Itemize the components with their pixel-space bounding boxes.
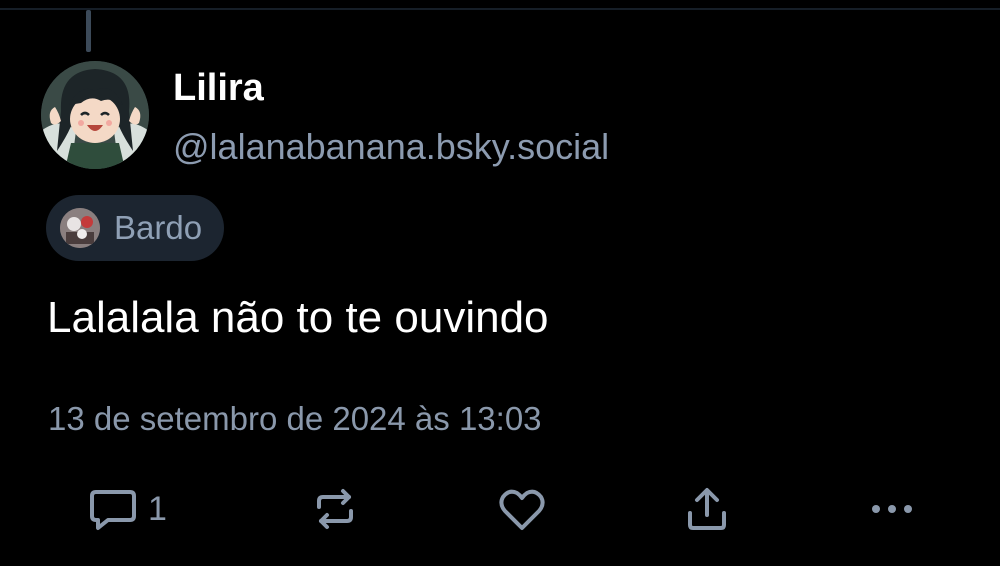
more-options-button[interactable] <box>868 480 916 538</box>
thread-connector-line <box>86 10 91 52</box>
heart-icon <box>499 489 545 530</box>
labeler-avatar-icon <box>60 208 100 248</box>
author-handle[interactable]: @lalanabanana.bsky.social <box>173 126 609 168</box>
reply-button[interactable]: 1 <box>88 480 167 538</box>
anime-girl-avatar-icon <box>41 61 149 169</box>
post-actions-bar: 1 <box>0 480 1000 538</box>
post-body-text: Lalalala não to te ouvindo <box>47 293 549 342</box>
moderation-label-chip[interactable]: Bardo <box>46 195 225 261</box>
label-text: Bardo <box>114 209 203 246</box>
reply-icon <box>90 490 136 530</box>
author-display-name[interactable]: Lilira <box>173 66 264 110</box>
repost-button[interactable] <box>311 480 359 538</box>
like-button[interactable] <box>497 480 547 538</box>
top-divider <box>0 8 1000 10</box>
post-timestamp: 13 de setembro de 2024 às 13:03 <box>48 400 542 437</box>
share-icon <box>688 488 726 530</box>
share-button[interactable] <box>684 480 730 538</box>
more-icon <box>872 505 912 513</box>
author-avatar[interactable] <box>41 61 149 169</box>
reply-count: 1 <box>148 489 167 528</box>
repost-icon <box>317 489 353 529</box>
